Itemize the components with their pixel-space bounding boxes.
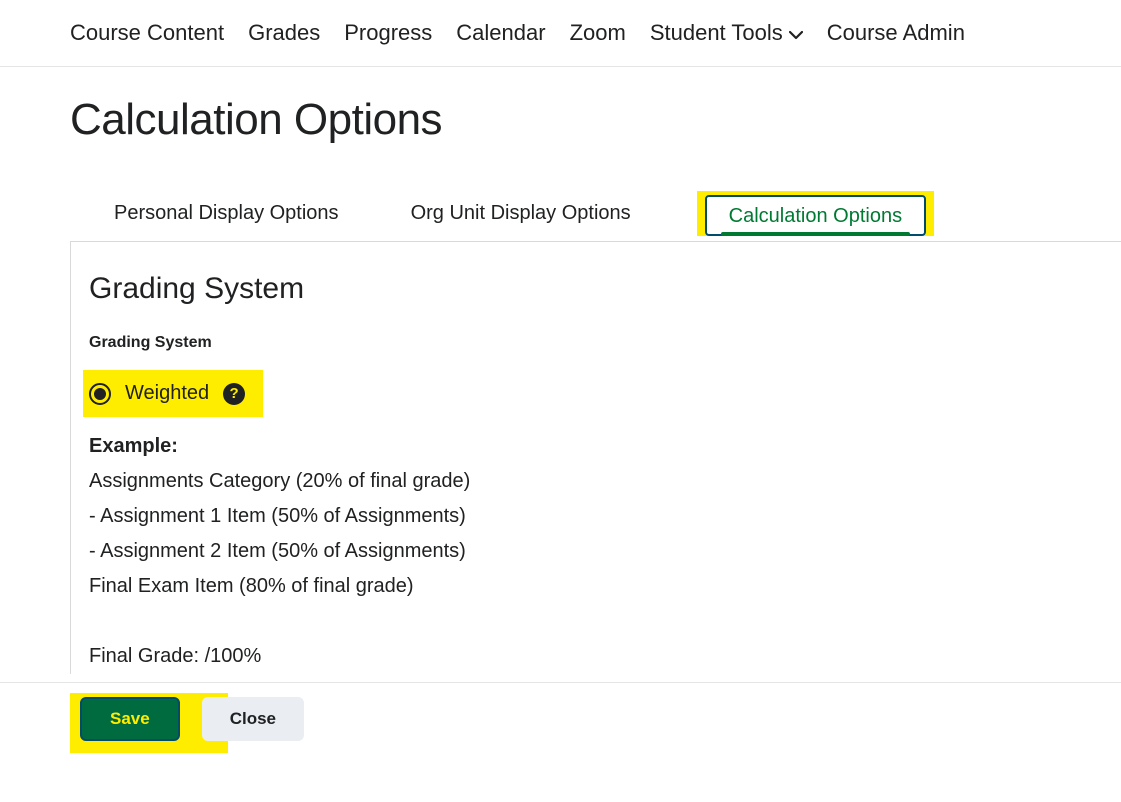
highlight-tab: Calculation Options — [697, 191, 934, 236]
tab-calculation-options[interactable]: Calculation Options — [705, 195, 926, 236]
nav-course-admin[interactable]: Course Admin — [827, 20, 965, 46]
nav-progress[interactable]: Progress — [344, 20, 432, 46]
help-icon[interactable]: ? — [223, 383, 245, 405]
page-title: Calculation Options — [0, 67, 1121, 185]
tab-org-unit-display[interactable]: Org Unit Display Options — [405, 190, 637, 237]
example-line-4: Final Exam Item (80% of final grade) — [89, 575, 414, 597]
chevron-down-icon — [789, 20, 803, 46]
radio-weighted-label: Weighted — [125, 382, 209, 405]
tab-personal-display[interactable]: Personal Display Options — [108, 190, 345, 237]
top-nav: Course Content Grades Progress Calendar … — [0, 0, 1121, 67]
example-line-3: - Assignment 2 Item (50% of Assignments) — [89, 540, 466, 562]
example-label: Example: — [89, 435, 178, 457]
radio-selected-dot — [94, 388, 106, 400]
nav-grades[interactable]: Grades — [248, 20, 320, 46]
close-button[interactable]: Close — [202, 697, 304, 741]
example-final-grade: Final Grade: /100% — [89, 645, 261, 667]
nav-student-tools[interactable]: Student Tools — [650, 20, 803, 46]
highlight-weighted-option: Weighted ? — [83, 370, 263, 417]
save-button[interactable]: Save — [80, 697, 180, 741]
nav-student-tools-label: Student Tools — [650, 20, 783, 46]
button-row: Save Close — [70, 697, 1121, 741]
content-panel: Grading System Grading System Weighted ?… — [70, 241, 1121, 674]
radio-weighted[interactable] — [89, 383, 111, 405]
nav-course-content[interactable]: Course Content — [70, 20, 224, 46]
tab-bar: Personal Display Options Org Unit Displa… — [0, 185, 1121, 241]
footer-bar: Save Close — [0, 682, 1121, 759]
nav-calendar[interactable]: Calendar — [456, 20, 545, 46]
example-line-1: Assignments Category (20% of final grade… — [89, 470, 470, 492]
grading-system-heading: Grading System — [89, 272, 1121, 306]
example-block: Example: Assignments Category (20% of fi… — [89, 429, 789, 674]
nav-zoom[interactable]: Zoom — [570, 20, 626, 46]
example-line-2: - Assignment 1 Item (50% of Assignments) — [89, 505, 466, 527]
grading-system-label: Grading System — [89, 334, 1121, 352]
